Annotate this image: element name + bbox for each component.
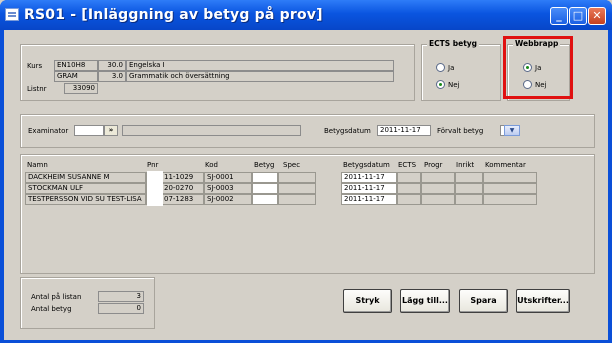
row-betyg-input[interactable] — [252, 194, 278, 205]
app-icon[interactable] — [5, 8, 19, 21]
pnr-redaction — [147, 171, 163, 206]
row-kod[interactable]: SJ-0003 — [204, 183, 252, 194]
row-inrikt[interactable] — [455, 172, 483, 183]
header-spec: Spec — [283, 161, 301, 169]
row-inrikt[interactable] — [455, 183, 483, 194]
ects-nej-label: Nej — [448, 80, 460, 89]
chevron-down-icon[interactable]: ▼ — [504, 125, 520, 136]
row-namn[interactable]: DACKHEIM SUSANNE M — [25, 172, 146, 183]
course-name-1: Engelska I — [126, 60, 394, 71]
header-kommentar: Kommentar — [485, 161, 526, 169]
course-points-1: 30.0 — [98, 60, 126, 71]
row-betygsdatum[interactable]: 2011-11-17 — [341, 183, 397, 194]
listnr-label: Listnr — [27, 85, 47, 93]
header-namn: Namn — [27, 161, 48, 169]
row-spec[interactable] — [278, 183, 316, 194]
antal-listan-value: 3 — [98, 291, 144, 302]
course-name-2: Grammatik och översättning — [126, 71, 394, 82]
highlight-annotation — [503, 36, 573, 99]
row-betyg-input[interactable] — [252, 183, 278, 194]
radio-indicator-selected — [436, 80, 445, 89]
row-ects[interactable] — [397, 183, 421, 194]
stryk-button[interactable]: Stryk — [343, 289, 392, 313]
examinator-name — [122, 125, 301, 136]
course-code-1: EN10H8 — [54, 60, 98, 71]
radio-indicator — [436, 63, 445, 72]
row-kommentar[interactable] — [483, 183, 537, 194]
row-kod[interactable]: SJ-0002 — [204, 194, 252, 205]
forvalt-betyg-label: Förvalt betyg — [437, 127, 484, 135]
antal-betyg-value: 0 — [98, 303, 144, 314]
header-pnr: Pnr — [147, 161, 159, 169]
utskrifter-button[interactable]: Utskrifter... — [516, 289, 570, 313]
antal-listan-label: Antal på listan — [31, 293, 82, 301]
course-code-2: GRAM — [54, 71, 98, 82]
row-progr[interactable] — [421, 183, 455, 194]
row-ects[interactable] — [397, 194, 421, 205]
ects-panel — [421, 44, 501, 101]
row-spec[interactable] — [278, 172, 316, 183]
maximize-button[interactable]: □ — [569, 7, 587, 25]
window-title: RS01 - [Inläggning av betyg på prov] — [24, 7, 323, 23]
ects-ja-label: Ja — [448, 63, 455, 72]
row-inrikt[interactable] — [455, 194, 483, 205]
examinator-lookup-button[interactable]: » — [104, 125, 118, 136]
spara-button[interactable]: Spara — [459, 289, 508, 313]
ects-ja-radio[interactable]: Ja — [436, 63, 454, 72]
lagg-till-button[interactable]: Lägg till... — [400, 289, 450, 313]
ects-title: ECTS betyg — [427, 39, 480, 48]
row-spec[interactable] — [278, 194, 316, 205]
row-progr[interactable] — [421, 172, 455, 183]
row-kommentar[interactable] — [483, 194, 537, 205]
header-kod: Kod — [205, 161, 218, 169]
title-bar[interactable]: RS01 - [Inläggning av betyg på prov] _ □… — [0, 0, 612, 30]
header-ects: ECTS — [398, 161, 417, 169]
header-inrikt: Inrikt — [456, 161, 475, 169]
antal-betyg-label: Antal betyg — [31, 305, 72, 313]
row-kod[interactable]: SJ-0001 — [204, 172, 252, 183]
course-points-2: 3.0 — [98, 71, 126, 82]
row-namn[interactable]: STOCKMAN ULF — [25, 183, 146, 194]
row-progr[interactable] — [421, 194, 455, 205]
betygsdatum-label: Betygsdatum — [324, 127, 371, 135]
row-namn[interactable]: TESTPERSSON VID SU TEST-LISA — [25, 194, 146, 205]
row-betygsdatum[interactable]: 2011-11-17 — [341, 172, 397, 183]
listnr-value: 33090 — [64, 83, 98, 94]
row-betyg-input[interactable] — [252, 172, 278, 183]
row-ects[interactable] — [397, 172, 421, 183]
examinator-input[interactable] — [74, 125, 104, 136]
examinator-label: Examinator — [28, 127, 69, 135]
app-window: RS01 - [Inläggning av betyg på prov] _ □… — [0, 0, 612, 343]
betygsdatum-input[interactable]: 2011-11-17 — [377, 125, 431, 136]
minimize-button[interactable]: _ — [550, 7, 568, 25]
header-progr: Progr — [424, 161, 443, 169]
row-kommentar[interactable] — [483, 172, 537, 183]
header-betyg: Betyg — [254, 161, 275, 169]
close-button[interactable]: ✕ — [588, 7, 606, 25]
ects-nej-radio[interactable]: Nej — [436, 80, 460, 89]
row-betygsdatum[interactable]: 2011-11-17 — [341, 194, 397, 205]
header-betygsdatum: Betygsdatum — [343, 161, 390, 169]
kurs-label: Kurs — [27, 62, 43, 70]
